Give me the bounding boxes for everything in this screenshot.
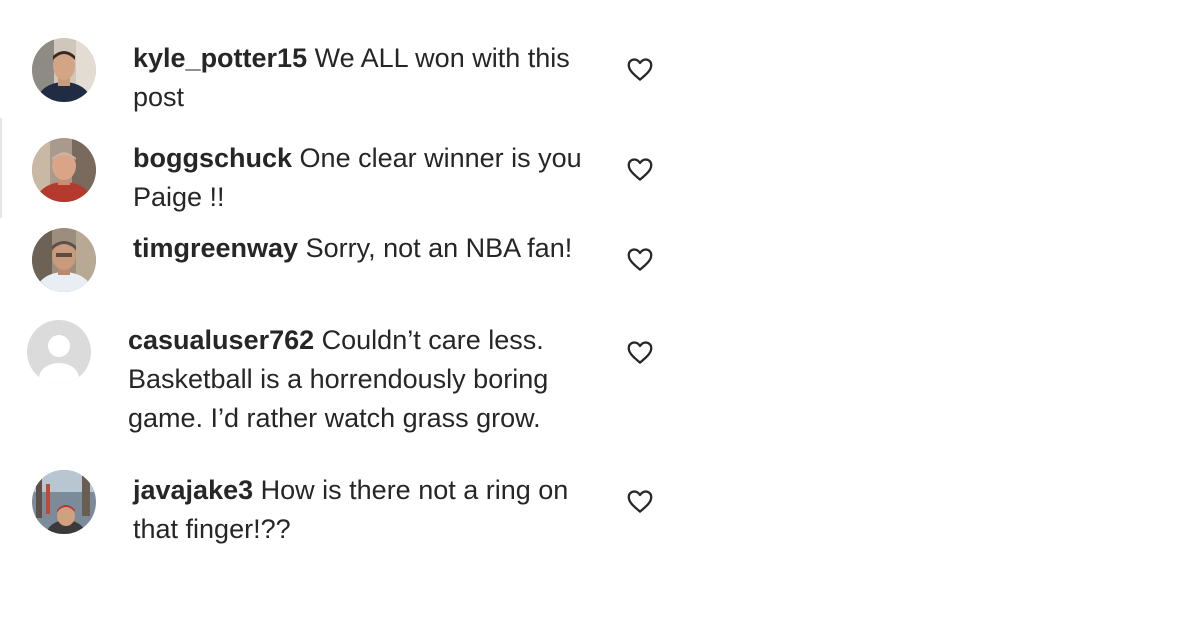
avatar[interactable] bbox=[32, 228, 96, 292]
comment-username[interactable]: timgreenway bbox=[133, 233, 298, 263]
like-button[interactable] bbox=[625, 337, 655, 367]
comment-username[interactable]: kyle_potter15 bbox=[133, 43, 307, 73]
like-button[interactable] bbox=[625, 486, 655, 516]
like-button[interactable] bbox=[625, 244, 655, 274]
heart-icon bbox=[627, 58, 653, 81]
like-button[interactable] bbox=[625, 54, 655, 84]
comment-text: Sorry, not an NBA fan! bbox=[305, 233, 573, 263]
comment-body: casualuser762 Couldn’t care less. Basket… bbox=[128, 321, 608, 438]
comment-body: javajake3 How is there not a ring on tha… bbox=[133, 471, 603, 549]
heart-icon bbox=[627, 158, 653, 181]
heart-icon bbox=[627, 490, 653, 513]
comment-username[interactable]: boggschuck bbox=[133, 143, 292, 173]
comment-body: kyle_potter15 We ALL won with this post bbox=[133, 39, 603, 117]
like-button[interactable] bbox=[625, 154, 655, 184]
left-edge-divider bbox=[0, 118, 2, 218]
default-avatar[interactable] bbox=[27, 320, 91, 384]
avatar[interactable] bbox=[32, 138, 96, 202]
heart-icon bbox=[627, 248, 653, 271]
heart-icon bbox=[627, 341, 653, 364]
comment-username[interactable]: javajake3 bbox=[133, 475, 253, 505]
comment-body: timgreenway Sorry, not an NBA fan! bbox=[133, 229, 603, 268]
comment-username[interactable]: casualuser762 bbox=[128, 325, 314, 355]
comment-body: boggschuck One clear winner is you Paige… bbox=[133, 139, 603, 217]
avatar[interactable] bbox=[32, 470, 96, 534]
avatar[interactable] bbox=[32, 38, 96, 102]
